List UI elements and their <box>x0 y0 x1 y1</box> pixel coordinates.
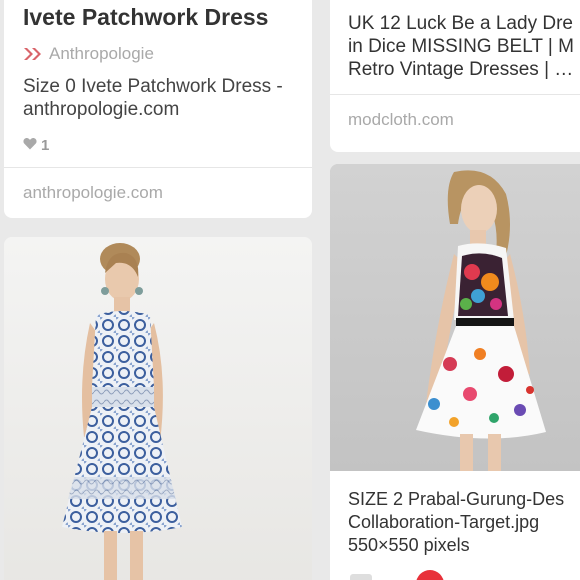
heart-icon <box>23 137 37 154</box>
pin-via[interactable]: Anthropologie <box>23 44 154 64</box>
pin-card-modcloth[interactable]: UK 12 Luck Be a Lady Dre in Dice MISSING… <box>330 0 580 152</box>
pin-description-line: SIZE 2 Prabal-Gurung-Des <box>348 489 565 509</box>
pin-card-ivete[interactable]: Ivete Patchwork Dress Anthropologie Size… <box>4 0 312 218</box>
pin-title[interactable]: Ivete Patchwork Dress <box>23 4 268 31</box>
pin-description-line: Collaboration-Target.jpg <box>348 512 540 532</box>
pin-card-patchwork-photo[interactable] <box>4 237 312 580</box>
pin-description: UK 12 Luck Be a Lady Dre in Dice MISSING… <box>348 12 580 81</box>
repin-icon[interactable] <box>350 574 372 580</box>
pin-card-prabal-gurung[interactable]: SIZE 2 Prabal-Gurung-Des Collaboration-T… <box>330 164 580 580</box>
card-divider <box>330 94 580 95</box>
pin-via-label: Anthropologie <box>49 44 154 63</box>
pin-description: SIZE 2 Prabal-Gurung-Des Collaboration-T… <box>348 488 580 557</box>
pin-image-floral-dress[interactable] <box>330 164 580 471</box>
pin-source-link[interactable]: modcloth.com <box>348 110 454 130</box>
card-divider <box>4 167 312 168</box>
pin-likes[interactable]: 1 <box>23 137 49 154</box>
pin-source-link[interactable]: anthropologie.com <box>23 183 163 203</box>
pin-board: Ivete Patchwork Dress Anthropologie Size… <box>0 0 580 580</box>
pin-description-line: UK 12 Luck Be a Lady Dre <box>348 13 573 34</box>
pin-description-line: in Dice MISSING BELT | M <box>348 36 574 57</box>
pin-image-container[interactable] <box>330 164 580 471</box>
double-arrow-icon <box>23 47 43 61</box>
pin-description-line: 550×550 pixels <box>348 535 470 555</box>
pin-description: Size 0 Ivete Patchwork Dress - anthropol… <box>23 76 283 120</box>
pin-likes-count: 1 <box>41 137 50 154</box>
pin-image-patchwork-dress[interactable] <box>4 237 312 580</box>
pin-description-line: Retro Vintage Dresses | … <box>348 59 574 80</box>
